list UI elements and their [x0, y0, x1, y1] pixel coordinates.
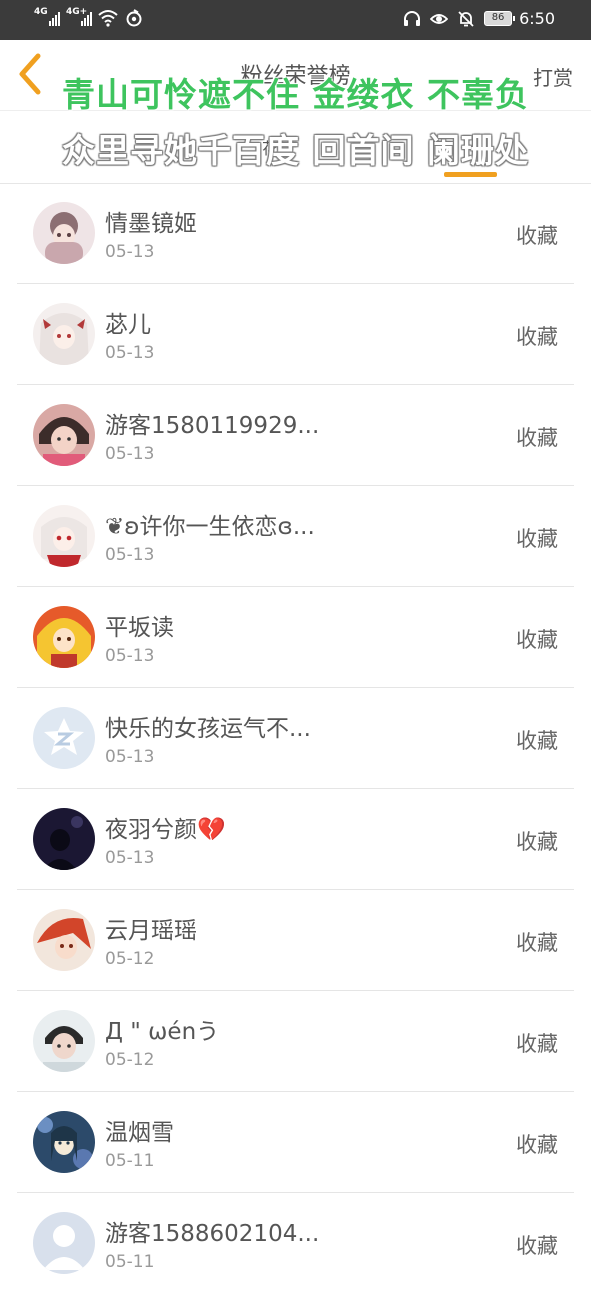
collect-button[interactable]: 收藏	[516, 321, 558, 351]
list-item-date: 05-13	[105, 848, 155, 868]
list-item[interactable]: 游客1580119929... 05-13 收藏	[17, 385, 574, 486]
avatar[interactable]	[33, 303, 95, 365]
network-type-1: 4G	[34, 7, 48, 17]
list-item-name: 温烟雪	[105, 1120, 174, 1146]
collect-button[interactable]: 收藏	[516, 1028, 558, 1058]
list-item-name: 平坂读	[105, 615, 174, 641]
page-title: 粉丝荣誉榜	[240, 64, 351, 89]
avatar[interactable]	[33, 404, 95, 466]
avatar[interactable]	[33, 606, 95, 668]
list-item[interactable]: 云月瑶瑶 05-12 收藏	[17, 890, 574, 991]
active-tab-indicator	[444, 172, 497, 177]
list-item[interactable]: 快乐的女孩运气不... 05-13 收藏	[17, 688, 574, 789]
avatar[interactable]	[33, 707, 95, 769]
headphones-icon	[404, 10, 421, 26]
battery-icon: 86	[484, 11, 516, 26]
collect-button[interactable]: 收藏	[516, 1129, 558, 1159]
list-item-name: Д " ωénう	[105, 1019, 220, 1045]
wifi-icon	[98, 10, 118, 27]
avatar[interactable]	[33, 505, 95, 567]
list-item[interactable]: 情墨镜姬 05-13 收藏	[17, 183, 574, 284]
list-item-name: 云月瑶瑶	[105, 918, 197, 944]
list-item-date: 05-12	[105, 949, 155, 969]
collect-button[interactable]: 收藏	[516, 523, 558, 553]
avatar[interactable]	[33, 1010, 95, 1072]
status-bar: 4G 4G+ 86 6:50	[0, 0, 591, 40]
list-item-name: 游客1588602104...	[105, 1221, 320, 1247]
signal-icon-2: 4G+	[66, 7, 92, 28]
battery-level: 86	[491, 12, 505, 23]
list-item-name: 情墨镜姬	[105, 211, 197, 237]
list-item[interactable]: 温烟雪 05-11 收藏	[17, 1092, 574, 1193]
list-item-date: 05-12	[105, 1050, 155, 1070]
list-item[interactable]: ❦ʚ许你一生依恋ɞ... 05-13 收藏	[17, 486, 574, 587]
tab-bar: 花	[0, 110, 591, 184]
avatar[interactable]	[33, 202, 95, 264]
collect-button[interactable]: 收藏	[516, 1230, 558, 1260]
collect-button[interactable]: 收藏	[516, 826, 558, 856]
status-left: 4G 4G+	[34, 7, 144, 28]
list-item[interactable]: 夜羽兮颜💔 05-13 收藏	[17, 789, 574, 890]
list-item[interactable]: 游客1588602104... 05-11 收藏	[17, 1193, 574, 1293]
reward-button[interactable]: 打赏	[533, 62, 573, 91]
collect-button[interactable]: 收藏	[516, 220, 558, 250]
signal-icon-1: 4G	[34, 7, 60, 28]
list-item[interactable]: 苾儿 05-13 收藏	[17, 284, 574, 385]
list-item[interactable]: Д " ωénう 05-12 收藏	[17, 991, 574, 1092]
list-item-date: 05-13	[105, 545, 155, 565]
avatar[interactable]	[33, 909, 95, 971]
collect-button[interactable]: 收藏	[516, 624, 558, 654]
list-item-name: ❦ʚ许你一生依恋ɞ...	[105, 514, 315, 540]
app-header: 粉丝荣誉榜 打赏	[0, 40, 591, 110]
collect-button[interactable]: 收藏	[516, 725, 558, 755]
bell-off-icon	[458, 10, 474, 27]
list-item-name: 苾儿	[105, 312, 151, 338]
list-item-name: 游客1580119929...	[105, 413, 320, 439]
list-item-date: 05-13	[105, 646, 155, 666]
status-right: 86 6:50	[403, 9, 555, 28]
collect-button[interactable]: 收藏	[516, 422, 558, 452]
list-item[interactable]: 平坂读 05-13 收藏	[17, 587, 574, 688]
fan-list: 情墨镜姬 05-13 收藏 苾儿 05-13 收藏 游客1580119929..…	[0, 183, 591, 1293]
avatar[interactable]	[33, 808, 95, 870]
list-item-date: 05-13	[105, 242, 155, 262]
list-item-date: 05-13	[105, 343, 155, 363]
avatar[interactable]	[33, 1212, 95, 1274]
eye-icon	[430, 13, 449, 24]
list-item-name: 夜羽兮颜💔	[105, 817, 226, 843]
collect-button[interactable]: 收藏	[516, 927, 558, 957]
sync-icon	[126, 9, 142, 27]
avatar[interactable]	[33, 1111, 95, 1173]
clock: 6:50	[519, 9, 555, 28]
list-item-date: 05-11	[105, 1252, 155, 1272]
list-item-name: 快乐的女孩运气不...	[105, 716, 311, 742]
list-item-date: 05-13	[105, 747, 155, 767]
list-item-date: 05-11	[105, 1151, 155, 1171]
tab-flowers[interactable]: 花	[262, 135, 278, 159]
list-item-date: 05-13	[105, 444, 155, 464]
